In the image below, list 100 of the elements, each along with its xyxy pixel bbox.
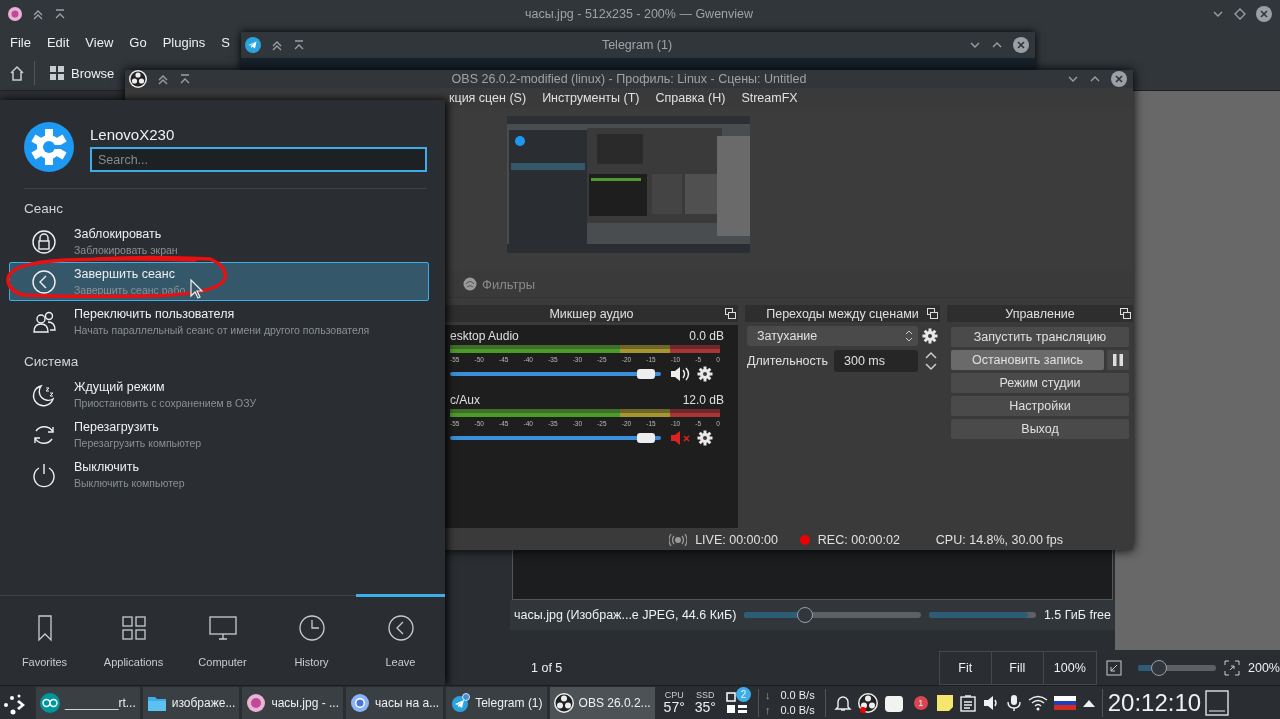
panel-title: Микшер аудио (549, 306, 634, 321)
telegram-icon (245, 37, 261, 53)
undock-icon[interactable] (1120, 308, 1131, 319)
taskbar-button[interactable]: изображе... (142, 686, 240, 719)
channel-name: esktop Audio (450, 329, 519, 343)
microphone-icon[interactable] (1005, 693, 1022, 712)
transition-select[interactable]: Затухание (747, 326, 918, 346)
telegram-icon (450, 692, 471, 713)
menu-item[interactable]: File (2, 34, 39, 50)
menu-item[interactable]: View (77, 34, 122, 50)
menu-tab[interactable]: Computer (178, 594, 267, 685)
undock-icon[interactable] (725, 308, 736, 319)
home-icon[interactable] (8, 64, 26, 82)
distro-logo-icon (24, 122, 74, 172)
menu-item[interactable]: S (213, 34, 238, 50)
disk-free: 1.5 ГиБ free (1043, 608, 1111, 622)
duration-field[interactable]: 300 ms (834, 350, 918, 372)
close-icon[interactable] (1256, 6, 1272, 22)
download-speed: 0.0 B/s (780, 688, 815, 703)
note-icon[interactable] (935, 693, 954, 712)
cpu-status: CPU: 14.8%, 30.00 fps (935, 533, 1063, 547)
menu-item[interactable]: кция сцен (S) (449, 91, 527, 105)
menu-tab[interactable]: Applications (89, 594, 178, 685)
zoom-slider[interactable] (1138, 658, 1216, 677)
wifi-icon[interactable] (1027, 693, 1048, 712)
taskbar-button[interactable]: Telegram (1) (446, 686, 547, 719)
flag-icon[interactable] (1053, 695, 1076, 710)
window-title: часы.jpg - 512x235 - 200% — Gwenview (523, 7, 755, 21)
section-title: Система (23, 353, 80, 371)
gear-icon[interactable] (922, 328, 938, 344)
menu-tab[interactable]: Favorites (0, 594, 89, 685)
gear-icon[interactable] (697, 430, 713, 446)
menu-entry[interactable]: Переключить пользователя Начать параллельный сеанс от имени другого пользователя (9, 302, 429, 341)
window-title: Telegram (1) (600, 38, 674, 52)
bell-icon[interactable] (833, 693, 852, 712)
browse-button[interactable]: Browse (43, 61, 121, 85)
pager-icon[interactable] (725, 690, 748, 715)
close-icon[interactable] (1111, 71, 1127, 87)
menu-entry[interactable]: Выключить Выключить компьютер (9, 455, 429, 494)
control-button[interactable]: Выход (951, 419, 1129, 439)
control-button[interactable]: Настройки (951, 396, 1129, 416)
filter-icon[interactable] (463, 277, 477, 291)
page-count: 1 of 5 (531, 660, 564, 675)
speaker-icon[interactable] (981, 693, 1000, 712)
close-icon[interactable] (1013, 37, 1029, 53)
gwenview-icon (246, 692, 267, 713)
leave-icon (386, 614, 415, 642)
menu-item[interactable]: Справка (H) (655, 91, 726, 105)
maximize-icon[interactable] (1234, 8, 1246, 20)
control-button[interactable]: Запустить трансляцию (951, 327, 1129, 347)
browser-icon (350, 692, 370, 713)
menu-item[interactable]: Go (121, 34, 155, 50)
taskbar-button[interactable]: OBS 26.0.2... (549, 686, 655, 719)
menu-entry[interactable]: Перезагрузить Перезагрузить компьютер (9, 415, 429, 454)
clipboard-icon[interactable] (959, 693, 976, 712)
spinner-arrows-icon[interactable] (924, 350, 938, 372)
section-title: Сеанс (23, 200, 64, 218)
keep-above-icon[interactable] (271, 39, 283, 51)
control-button[interactable]: Режим студии (951, 373, 1129, 393)
pause-button[interactable] (1107, 350, 1129, 370)
keep-below-icon[interactable] (293, 39, 305, 51)
window-title: OBS 26.0.2-modified (linux) - Профиль: Linux - Сцены: Untitled (450, 72, 808, 86)
obs-logo-icon (129, 70, 147, 88)
menu-item[interactable]: Plugins (154, 34, 214, 50)
zoom-out-icon[interactable] (1106, 659, 1123, 676)
keep-below-icon[interactable] (179, 73, 191, 85)
zoom-in-icon[interactable] (1224, 659, 1240, 676)
keep-above-icon[interactable] (32, 8, 44, 20)
app-icon (8, 7, 22, 21)
clock-icon (297, 614, 326, 642)
menu-item[interactable]: Edit (38, 34, 78, 50)
clock[interactable]: 20:12:10 (1101, 688, 1202, 717)
menu-entry[interactable]: Ждущий режим Приостановить с сохранением в ОЗУ (9, 375, 429, 414)
temperature: 35° (694, 700, 716, 714)
menu-entry[interactable]: Заблокировать Заблокировать экран (9, 222, 429, 261)
file-info: часы.jpg (Изображ...е JPEG, 44.6 КиБ) (514, 608, 737, 622)
upload-arrow: ↑ (764, 702, 771, 717)
taskbar-button[interactable]: часы.jpg - ... (242, 686, 343, 719)
upload-speed: 0.0 B/s (780, 702, 815, 717)
keep-above-icon[interactable] (157, 73, 169, 85)
download-arrow: ↓ (764, 688, 771, 703)
taskbar-button[interactable]: часы на а... (346, 686, 444, 719)
pause-icon (1113, 354, 1123, 366)
menu-item[interactable]: Инструменты (T) (542, 91, 640, 105)
grid-icon (119, 614, 148, 642)
menu-item[interactable]: StreamFX (741, 91, 798, 105)
muted-speaker-icon[interactable] (669, 429, 693, 447)
keep-below-icon[interactable] (54, 8, 66, 20)
show-desktop-icon[interactable] (1205, 689, 1230, 716)
undock-icon[interactable] (927, 308, 938, 319)
control-button[interactable]: Остановить запись (951, 350, 1104, 370)
search-field[interactable]: Search... (90, 147, 427, 172)
menu-tab[interactable]: History (267, 594, 356, 685)
thumbnail-size-slider[interactable] (744, 606, 921, 624)
taskbar-button[interactable]: ________rt... (36, 686, 140, 719)
volume-reading: 0.0 dB (689, 329, 724, 343)
obs-logo-icon[interactable] (857, 692, 878, 713)
obs-logo-icon (553, 692, 574, 713)
gear-icon[interactable] (697, 366, 713, 382)
notification-badge: 2 (735, 686, 751, 702)
